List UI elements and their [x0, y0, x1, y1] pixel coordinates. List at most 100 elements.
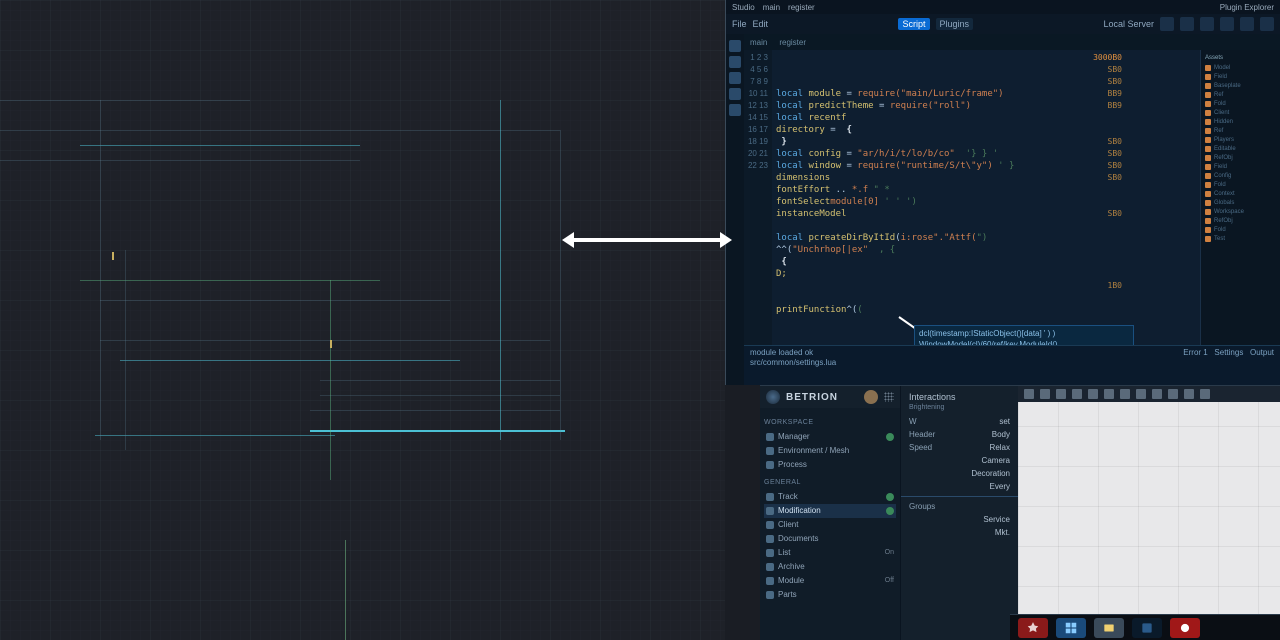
geom-line [330, 280, 331, 480]
output-panel[interactable]: module loaded ok src/common/settings.lua… [744, 345, 1280, 385]
brand-title: BETRION [786, 392, 838, 403]
app-label: Studio [732, 3, 755, 12]
debug-icon[interactable] [729, 88, 741, 100]
geom-line [100, 340, 550, 341]
taskbar-windows-icon[interactable] [1056, 618, 1086, 638]
canvas-tool-icon[interactable] [1104, 389, 1114, 399]
extensions-icon[interactable] [729, 104, 741, 116]
tool-icon[interactable] [1200, 17, 1214, 31]
title-tab[interactable]: register [788, 3, 815, 12]
geom-line [125, 250, 126, 450]
geom-tick [112, 252, 114, 260]
taskbar-record-icon[interactable] [1170, 618, 1200, 638]
menu-edit[interactable]: Edit [753, 19, 769, 29]
editor-tabs: main register [744, 34, 1280, 50]
tool-icon[interactable] [1240, 17, 1254, 31]
ribbon-tab-plugins[interactable]: Plugins [936, 18, 974, 30]
search-icon[interactable] [729, 56, 741, 68]
property-row[interactable]: Every [901, 480, 1018, 493]
canvas-tool-icon[interactable] [1136, 389, 1146, 399]
explorer-icon[interactable] [729, 40, 741, 52]
design-canvas[interactable] [0, 0, 725, 640]
title-tab[interactable]: main [763, 3, 780, 12]
tool-icon[interactable] [1180, 17, 1194, 31]
explorer-items: ModelFieldBaseplateRefFoldClientHiddenRe… [1205, 64, 1276, 243]
code-content[interactable]: 3000B0SB0SB0BB9BB9 SB0SB0SB0SB0 SB0 1B0 … [772, 50, 1200, 345]
tool-icon[interactable] [1260, 17, 1274, 31]
geom-line [345, 540, 346, 640]
resize-cursor-icon [562, 232, 732, 248]
git-icon[interactable] [729, 72, 741, 84]
property-row[interactable]: Mkt. [901, 526, 1018, 539]
geom-line [320, 380, 560, 381]
intellisense-popup[interactable]: dcl(timestamp:IStaticObject()[data] ' ) … [914, 325, 1134, 345]
canvas-tool-icon[interactable] [1088, 389, 1098, 399]
canvas-tool-icon[interactable] [1072, 389, 1082, 399]
property-row[interactable]: Wset [901, 415, 1018, 428]
geom-line [560, 130, 561, 440]
code-annotations: 3000B0SB0SB0BB9BB9 SB0SB0SB0SB0 SB0 1B0 [1052, 52, 1122, 292]
property-row[interactable]: SpeedRelax [901, 441, 1018, 454]
design-viewport[interactable] [1018, 386, 1280, 640]
tree-item[interactable]: Archive [764, 560, 896, 574]
explorer-header: Assets [1205, 54, 1276, 62]
menu-file[interactable]: File [732, 19, 747, 29]
code-editor-window: Studio main register Plugin Explorer Fil… [725, 0, 1280, 385]
canvas-tool-icon[interactable] [1184, 389, 1194, 399]
taskbar-editor-icon[interactable] [1132, 618, 1162, 638]
property-row[interactable]: HeaderBody [901, 428, 1018, 441]
server-label: Local Server [1103, 19, 1154, 29]
property-row[interactable]: Decoration [901, 467, 1018, 480]
geom-tick [330, 340, 332, 348]
code-area[interactable]: 1 2 3 4 5 6 7 8 9 10 11 12 13 14 15 16 1… [744, 50, 1280, 345]
geom-line [100, 100, 101, 440]
line-gutter: 1 2 3 4 5 6 7 8 9 10 11 12 13 14 15 16 1… [744, 50, 772, 345]
explorer-panel[interactable]: Assets ModelFieldBaseplateRefFoldClientH… [1200, 50, 1280, 345]
taskbar [1010, 614, 1280, 640]
ribbon-tab-script[interactable]: Script [898, 18, 929, 30]
tree-item[interactable]: ModuleOff [764, 574, 896, 588]
avatar[interactable] [864, 390, 878, 404]
taskbar-files-icon[interactable] [1094, 618, 1124, 638]
tree-item[interactable]: Process [764, 458, 896, 472]
property-row[interactable]: Camera [901, 454, 1018, 467]
geom-line [310, 430, 565, 432]
file-tab[interactable]: register [779, 38, 806, 47]
title-right: Plugin Explorer [1220, 3, 1274, 12]
tree-item[interactable]: Track [764, 490, 896, 504]
geom-line [0, 130, 560, 131]
tree-item[interactable]: Modification [764, 504, 896, 518]
tree-item[interactable]: Environment / Mesh [764, 444, 896, 458]
canvas-tool-icon[interactable] [1040, 389, 1050, 399]
properties-window: BETRION WorkspaceManagerEnvironment / Me… [760, 385, 1280, 640]
editor-menubar: File Edit Script Plugins Local Server [726, 14, 1280, 34]
canvas-tool-icon[interactable] [1152, 389, 1162, 399]
output-line: module loaded ok [750, 348, 836, 358]
tree-item[interactable]: ListOn [764, 546, 896, 560]
geom-line [0, 100, 250, 101]
editor-titlebar[interactable]: Studio main register Plugin Explorer [726, 0, 1280, 14]
canvas-tool-icon[interactable] [1200, 389, 1210, 399]
property-row[interactable]: Service [901, 513, 1018, 526]
grip-icon[interactable] [884, 392, 894, 402]
geom-line [95, 435, 335, 436]
tool-icon[interactable] [1220, 17, 1234, 31]
output-tag: Error 1 [1183, 348, 1207, 357]
tree-item[interactable]: Client [764, 518, 896, 532]
tree-item[interactable]: Documents [764, 532, 896, 546]
hierarchy-tree[interactable]: WorkspaceManagerEnvironment / MeshProces… [760, 408, 900, 640]
geom-line [100, 300, 450, 301]
canvas-tool-icon[interactable] [1024, 389, 1034, 399]
props-header[interactable]: BETRION [760, 386, 900, 408]
geom-line [80, 145, 360, 146]
tree-item[interactable]: Parts [764, 588, 896, 602]
tool-icon[interactable] [1160, 17, 1174, 31]
canvas-tool-icon[interactable] [1120, 389, 1130, 399]
canvas-toolbar [1018, 386, 1280, 402]
canvas-tool-icon[interactable] [1168, 389, 1178, 399]
file-tab[interactable]: main [750, 38, 767, 47]
prop-group: Groups [901, 500, 1018, 513]
taskbar-app-icon[interactable] [1018, 618, 1048, 638]
tree-item[interactable]: Manager [764, 430, 896, 444]
canvas-tool-icon[interactable] [1056, 389, 1066, 399]
